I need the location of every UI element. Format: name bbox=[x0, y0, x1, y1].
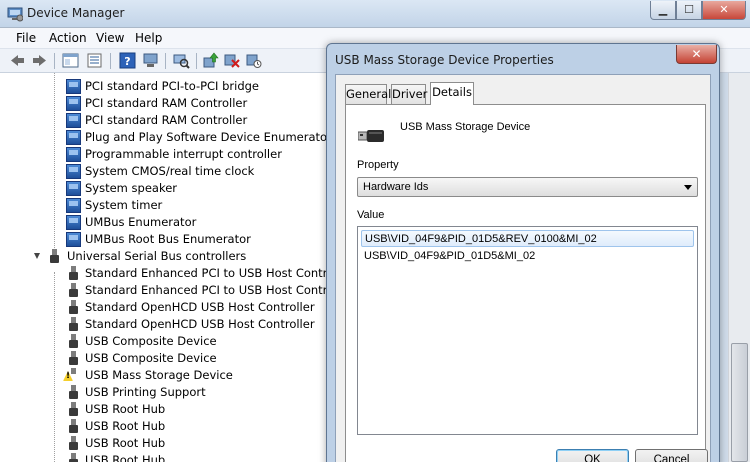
dialog-body: General Driver Details USB Mass Storage … bbox=[335, 74, 711, 462]
usb-device-icon bbox=[66, 436, 81, 451]
value-label: Value bbox=[357, 209, 385, 221]
close-icon: ✕ bbox=[719, 3, 729, 16]
menu-help[interactable]: Help bbox=[135, 31, 162, 45]
toolbar-separator bbox=[110, 53, 111, 69]
property-selected-value: Hardware Ids bbox=[363, 181, 429, 193]
close-button[interactable]: ✕ bbox=[702, 1, 746, 20]
device-tree: PCI standard PCI-to-PCI bridge PCI stand… bbox=[0, 73, 330, 462]
scan-hardware-icon[interactable] bbox=[173, 52, 190, 69]
scrollbar-thumb[interactable] bbox=[731, 343, 748, 462]
system-device-icon bbox=[66, 147, 81, 162]
show-hide-tree-icon[interactable] bbox=[62, 52, 79, 69]
usb-device-icon bbox=[66, 453, 81, 462]
computer-icon[interactable] bbox=[142, 52, 159, 69]
disable-device-icon[interactable] bbox=[223, 52, 240, 69]
usb-device-icon bbox=[66, 317, 81, 332]
minimize-button[interactable]: ▁ bbox=[650, 1, 676, 20]
value-list[interactable]: USB\VID_04F9&PID_01D5&REV_0100&MI_02 USB… bbox=[357, 226, 698, 435]
tree-connector bbox=[54, 272, 55, 462]
uninstall-device-icon[interactable] bbox=[245, 52, 262, 69]
system-device-icon bbox=[66, 130, 81, 145]
warning-icon bbox=[66, 368, 81, 383]
details-panel: USB Mass Storage Device Property Hardwar… bbox=[345, 104, 706, 462]
chevron-down-icon bbox=[684, 185, 692, 190]
usb-device-icon bbox=[66, 402, 81, 417]
menu-view[interactable]: View bbox=[96, 31, 124, 45]
help-icon[interactable]: ? bbox=[119, 52, 136, 69]
usb-device-icon bbox=[66, 283, 81, 298]
system-device-icon bbox=[66, 96, 81, 111]
svg-text:?: ? bbox=[124, 55, 130, 68]
usb-device-icon bbox=[66, 419, 81, 434]
property-dropdown[interactable]: Hardware Ids bbox=[357, 177, 698, 197]
system-device-icon bbox=[66, 113, 81, 128]
usb-device-icon bbox=[66, 266, 81, 281]
usb-device-icon bbox=[66, 300, 81, 315]
properties-icon[interactable] bbox=[86, 52, 103, 69]
toolbar-separator bbox=[54, 53, 55, 69]
system-device-icon bbox=[66, 198, 81, 213]
list-item[interactable]: USB\VID_04F9&PID_01D5&MI_02 bbox=[361, 248, 694, 265]
usb-plug-icon bbox=[357, 129, 384, 143]
system-device-icon bbox=[66, 232, 81, 247]
menu-action[interactable]: Action bbox=[49, 31, 87, 45]
usb-device-icon bbox=[66, 385, 81, 400]
usb-device-icon bbox=[66, 334, 81, 349]
dialog-title: USB Mass Storage Device Properties bbox=[335, 53, 554, 67]
usb-device-icon bbox=[66, 351, 81, 366]
menu-file[interactable]: File bbox=[16, 31, 36, 45]
system-device-icon bbox=[66, 215, 81, 230]
dialog-close-button[interactable]: ✕ bbox=[676, 45, 717, 64]
properties-dialog: USB Mass Storage Device Properties ✕ Gen… bbox=[326, 43, 720, 462]
toolbar-separator bbox=[196, 53, 197, 69]
property-label: Property bbox=[357, 159, 399, 171]
title-bar[interactable]: Device Manager ▁ ☐ ✕ bbox=[0, 0, 750, 28]
close-icon: ✕ bbox=[691, 47, 702, 61]
tree-connector bbox=[54, 73, 55, 260]
maximize-button[interactable]: ☐ bbox=[676, 1, 702, 20]
system-device-icon bbox=[66, 181, 81, 196]
update-driver-icon[interactable] bbox=[202, 52, 219, 69]
toolbar-separator bbox=[165, 53, 166, 69]
system-device-icon bbox=[66, 79, 81, 94]
system-device-icon bbox=[66, 164, 81, 179]
ok-button[interactable]: OK bbox=[556, 449, 629, 462]
list-item-selected[interactable]: USB\VID_04F9&PID_01D5&REV_0100&MI_02 bbox=[361, 230, 694, 247]
device-manager-icon bbox=[7, 6, 24, 22]
collapse-arrow-icon[interactable] bbox=[34, 253, 40, 259]
forward-arrow-icon[interactable] bbox=[31, 52, 48, 69]
back-arrow-icon[interactable] bbox=[9, 52, 26, 69]
window-title: Device Manager bbox=[27, 6, 125, 20]
tab-driver[interactable]: Driver bbox=[391, 84, 427, 104]
usb-controller-icon bbox=[47, 249, 62, 264]
tab-general[interactable]: General bbox=[345, 84, 391, 104]
tab-details[interactable]: Details bbox=[430, 82, 474, 105]
cancel-button[interactable]: Cancel bbox=[635, 449, 708, 462]
device-name: USB Mass Storage Device bbox=[400, 121, 531, 133]
vertical-scrollbar[interactable] bbox=[728, 73, 750, 462]
maximize-icon: ☐ bbox=[684, 3, 694, 16]
minimize-icon: ▁ bbox=[658, 3, 668, 16]
